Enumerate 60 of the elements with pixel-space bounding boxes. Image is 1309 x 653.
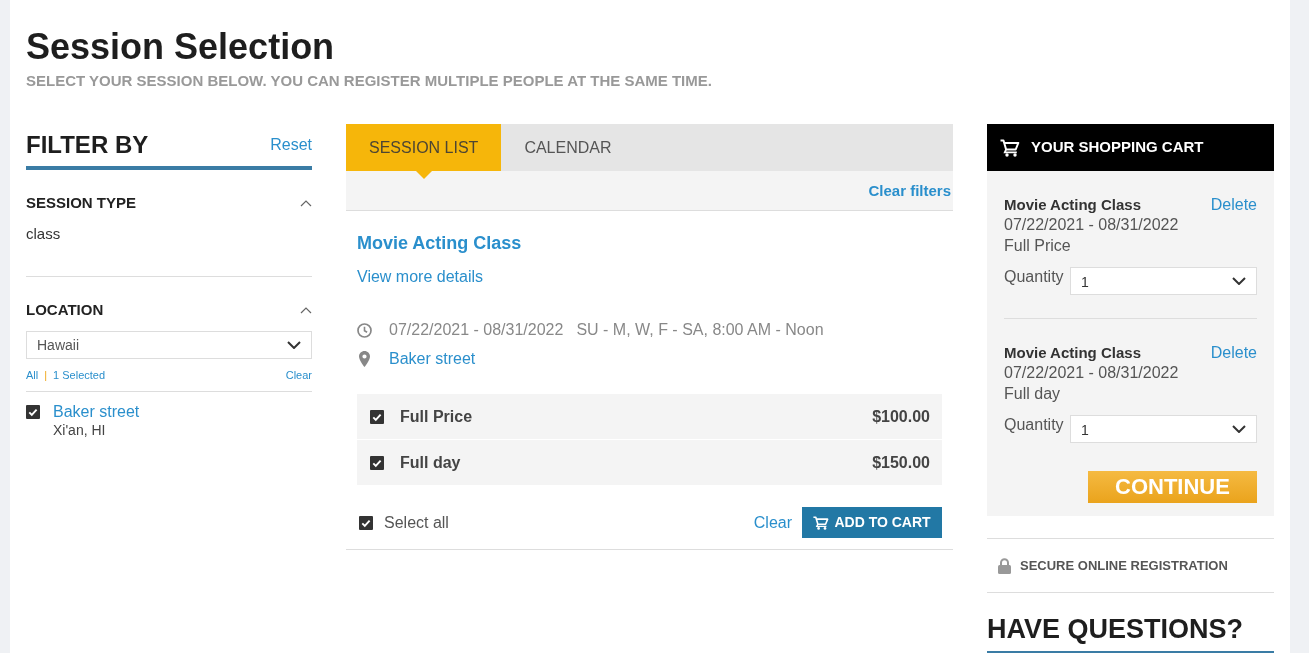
lock-icon bbox=[998, 557, 1011, 574]
select-all-label: Select all bbox=[384, 512, 449, 533]
cart-item-price-type: Full Price bbox=[1004, 236, 1072, 256]
quantity-select[interactable]: 1 bbox=[1070, 415, 1257, 443]
checkbox[interactable] bbox=[26, 405, 40, 419]
session-schedule: SU - M, W, F - SA, 8:00 AM - Noon bbox=[576, 320, 824, 340]
link-separator: | bbox=[44, 368, 48, 383]
delete-link[interactable]: Delete bbox=[1210, 196, 1257, 213]
cart-icon bbox=[813, 515, 830, 530]
quantity-label: Quantity bbox=[1004, 267, 1065, 287]
reset-link[interactable]: Reset bbox=[270, 124, 312, 166]
chevron-up-icon[interactable] bbox=[300, 199, 312, 207]
quantity-select[interactable]: 1 bbox=[1070, 267, 1257, 295]
location-select[interactable]: Hawaii bbox=[26, 331, 312, 359]
price-name: Full Price bbox=[400, 406, 473, 427]
clear-link[interactable]: Clear bbox=[285, 367, 312, 383]
cart-icon bbox=[1000, 138, 1020, 157]
section-title: SESSION TYPE bbox=[26, 194, 137, 212]
cart-item-price-type: Full day bbox=[1004, 384, 1062, 404]
filter-title: FILTER BY bbox=[26, 130, 149, 160]
cart-item-name: Movie Acting Class bbox=[1004, 344, 1141, 361]
price-amount: $150.00 bbox=[872, 452, 930, 473]
chevron-up-icon[interactable] bbox=[300, 306, 312, 314]
tab-pointer-icon bbox=[415, 171, 432, 179]
section-title: LOCATION bbox=[26, 301, 104, 319]
cart-title: YOUR SHOPPING CART bbox=[1031, 137, 1204, 158]
clock-icon bbox=[357, 322, 372, 338]
secure-registration-note: SECURE ONLINE REGISTRATION bbox=[1020, 556, 1228, 575]
checkbox[interactable] bbox=[359, 515, 373, 530]
cart-item-name: Movie Acting Class bbox=[1004, 196, 1141, 213]
view-details-link[interactable]: View more details bbox=[357, 266, 483, 288]
tab[interactable]: SESSION LIST bbox=[346, 124, 502, 171]
chevron-down-icon bbox=[1232, 277, 1246, 285]
page-title: Session Selection bbox=[26, 28, 336, 66]
selected-count-link[interactable]: 1 Selected bbox=[53, 367, 106, 383]
checkbox[interactable] bbox=[370, 409, 384, 424]
cart-item-dates: 07/22/2021 - 08/31/2022 bbox=[1004, 215, 1180, 235]
continue-button[interactable]: CONTINUE bbox=[1088, 471, 1257, 503]
clear-link[interactable]: Clear bbox=[753, 510, 792, 535]
location-option-link[interactable]: Baker street bbox=[53, 403, 140, 421]
chevron-down-icon bbox=[287, 341, 301, 349]
page-subtitle: SELECT YOUR SESSION BELOW. YOU CAN REGISTER MULTIPLE PEOPLE AT THE SAME TIME. bbox=[26, 72, 713, 90]
filter-value: class bbox=[26, 226, 62, 242]
questions-heading: HAVE QUESTIONS? bbox=[987, 613, 1245, 646]
chevron-down-icon bbox=[1232, 425, 1246, 433]
all-link[interactable]: All bbox=[26, 367, 39, 383]
location-pin-icon bbox=[359, 351, 370, 367]
session-location-link[interactable]: Baker street bbox=[389, 347, 476, 371]
checkbox[interactable] bbox=[370, 455, 384, 470]
location-address: Xi'an, HI bbox=[53, 421, 107, 439]
price-name: Full day bbox=[400, 452, 461, 473]
quantity-label: Quantity bbox=[1004, 415, 1065, 435]
clear-filters-link[interactable]: Clear filters bbox=[868, 171, 951, 210]
add-to-cart-button[interactable]: ADD TO CART bbox=[802, 507, 942, 538]
cart-item-dates: 07/22/2021 - 08/31/2022 bbox=[1004, 363, 1180, 383]
price-amount: $100.00 bbox=[872, 406, 930, 427]
session-title-link[interactable]: Movie Acting Class bbox=[357, 232, 522, 254]
delete-link[interactable]: Delete bbox=[1210, 344, 1257, 361]
session-dates: 07/22/2021 - 08/31/2022 bbox=[389, 320, 564, 340]
tab[interactable]: CALENDAR bbox=[501, 124, 635, 171]
